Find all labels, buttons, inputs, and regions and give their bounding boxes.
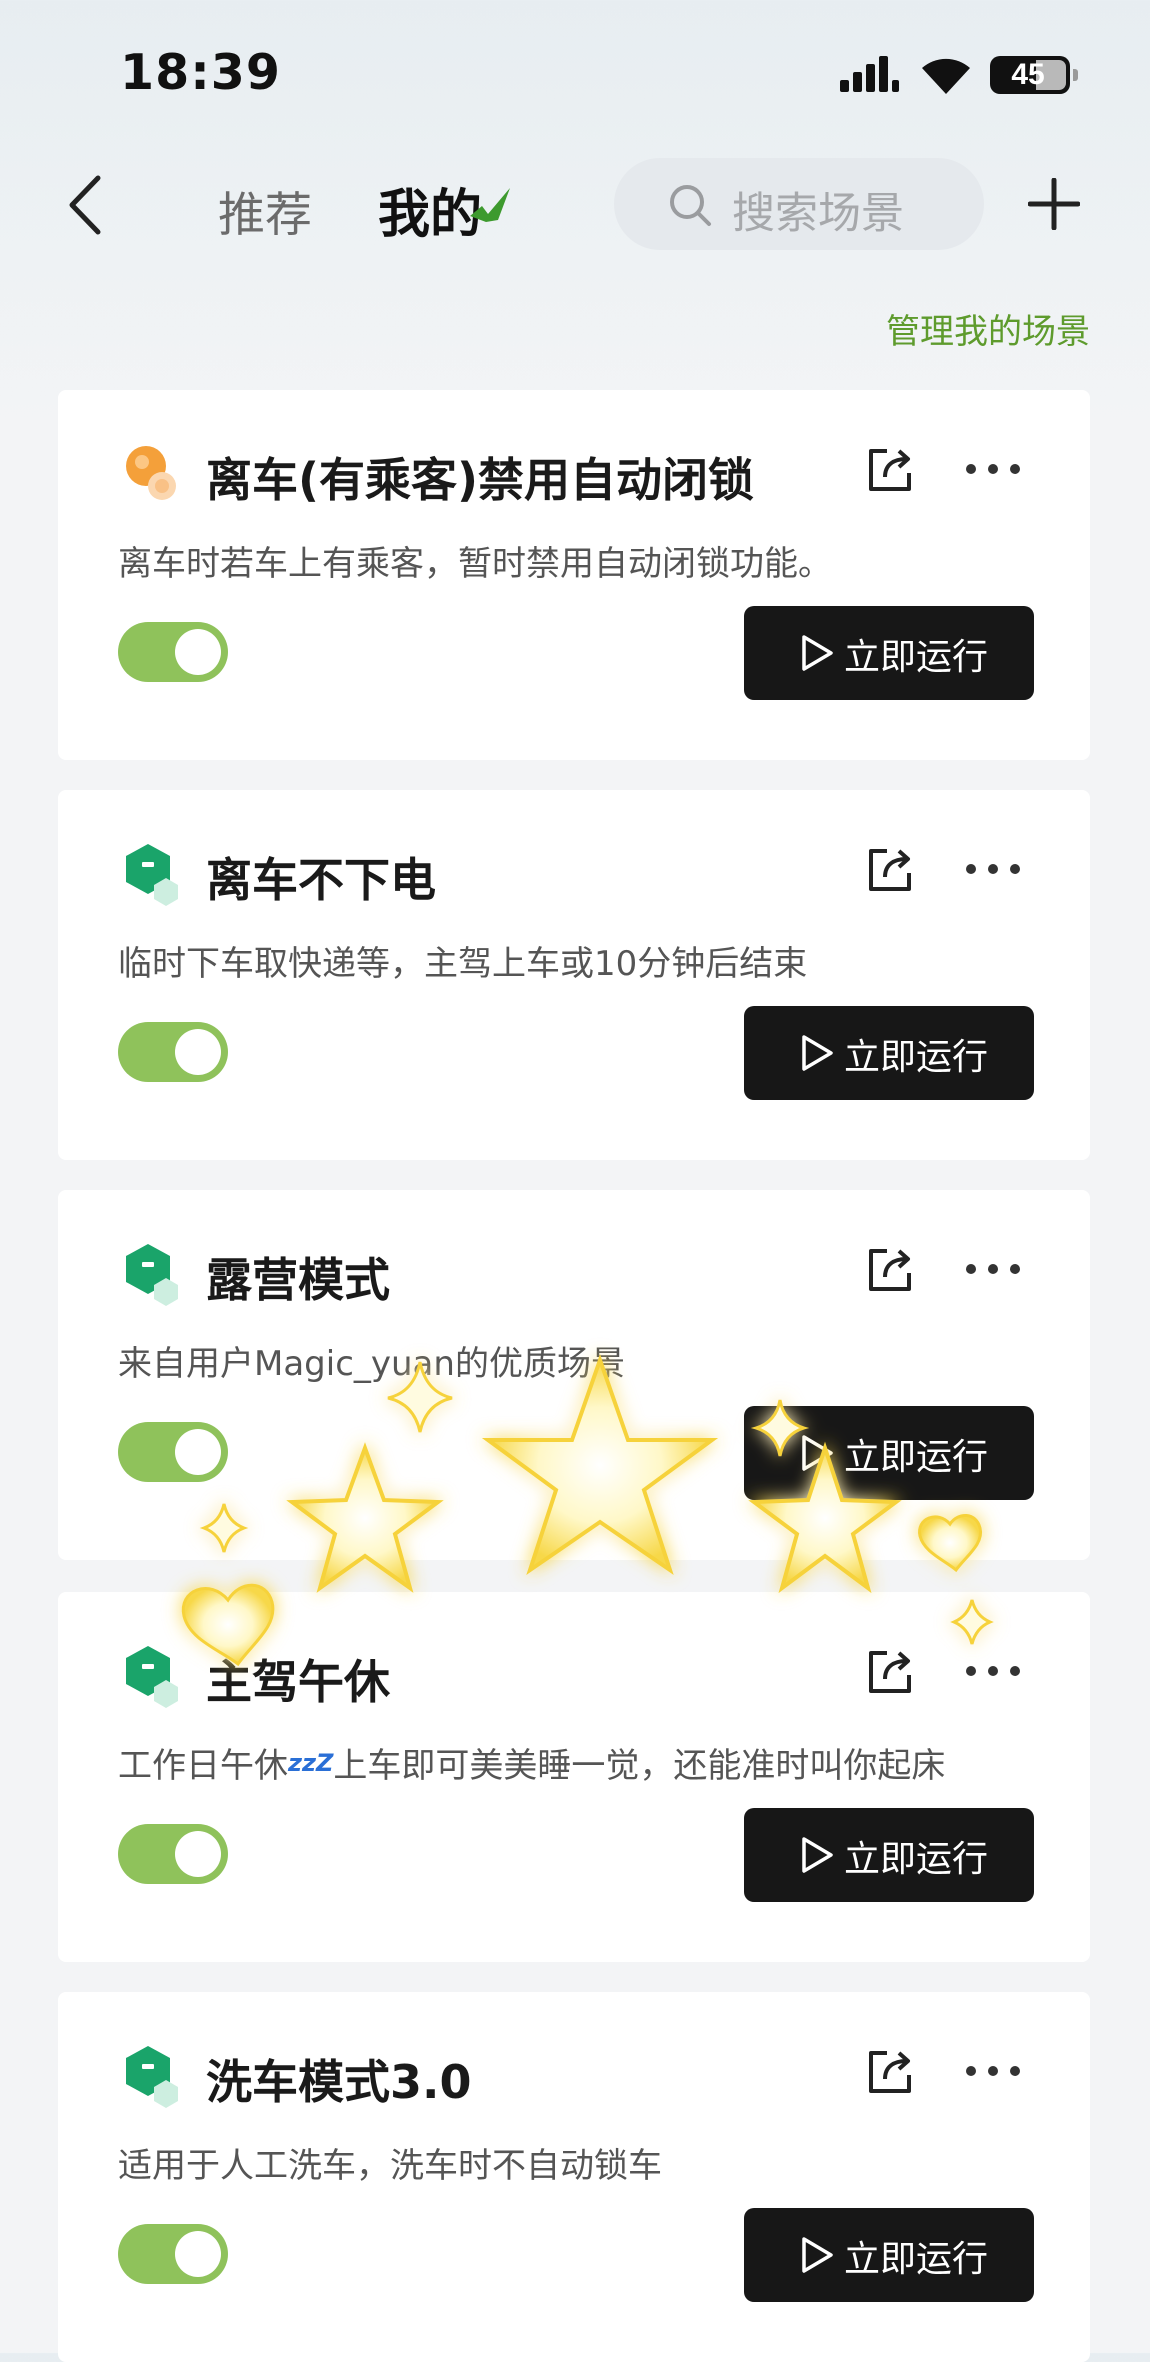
scene-card: 离车不下电 临时下车取快递等，主驾上车或10分钟后结束 立即运行 — [58, 790, 1090, 1160]
green-cube-icon — [126, 844, 178, 906]
run-now-button[interactable]: 立即运行 — [744, 1808, 1034, 1902]
run-now-button[interactable]: 立即运行 — [744, 1406, 1034, 1500]
run-now-label: 立即运行 — [844, 1839, 989, 1880]
status-time: 18:39 — [120, 44, 281, 101]
sleep-zzz-icon: zzZ — [288, 1749, 334, 1777]
add-icon[interactable] — [1028, 178, 1080, 230]
scene-description: 工作日午休zzZ上车即可美美睡一觉，还能准时叫你起床 — [118, 1738, 945, 1787]
scene-title: 主驾午休 — [206, 1655, 390, 1709]
scene-description: 来自用户Magic_yuan的优质场景 — [118, 1344, 625, 1384]
scene-title: 露营模式 — [206, 1253, 390, 1307]
cellular-signal-icon — [840, 56, 899, 92]
tab-mine[interactable]: 我的 — [378, 172, 482, 247]
scene-description-part: 上车即可美美睡一觉，还能准时叫你起床 — [333, 1746, 946, 1786]
back-arrow-icon[interactable] — [62, 172, 112, 238]
active-tab-check-icon — [470, 188, 510, 222]
scene-title: 离车(有乘客)禁用自动闭锁 — [206, 453, 755, 507]
green-cube-icon — [126, 1646, 178, 1708]
run-now-button[interactable]: 立即运行 — [744, 1006, 1034, 1100]
wifi-icon — [922, 58, 970, 94]
run-now-label: 立即运行 — [844, 1037, 989, 1078]
play-icon — [802, 1837, 833, 1873]
run-now-label: 立即运行 — [844, 637, 989, 678]
play-icon — [802, 1035, 833, 1071]
run-now-button[interactable]: 立即运行 — [744, 2208, 1034, 2302]
share-icon[interactable] — [865, 845, 915, 895]
green-cube-icon — [126, 1244, 178, 1306]
search-input[interactable]: 搜索场景 — [614, 158, 984, 250]
tab-recommend[interactable]: 推荐 — [218, 176, 312, 245]
scene-toggle[interactable] — [118, 622, 228, 682]
more-options-icon[interactable] — [964, 1664, 1022, 1678]
share-icon[interactable] — [865, 445, 915, 495]
scene-toggle[interactable] — [118, 1022, 228, 1082]
run-now-label: 立即运行 — [844, 2239, 989, 2280]
share-icon[interactable] — [865, 2047, 915, 2097]
scene-title: 离车不下电 — [206, 853, 436, 907]
play-icon — [802, 2237, 833, 2273]
more-options-icon[interactable] — [964, 1262, 1022, 1276]
search-placeholder: 搜索场景 — [732, 189, 904, 239]
search-icon — [670, 185, 711, 226]
manage-scenes-link[interactable]: 管理我的场景 — [886, 304, 1090, 353]
more-options-icon[interactable] — [964, 462, 1022, 476]
scene-card: 露营模式 来自用户Magic_yuan的优质场景 立即运行 — [58, 1190, 1090, 1560]
scene-toggle[interactable] — [118, 1824, 228, 1884]
play-icon — [802, 1435, 833, 1471]
battery-level: 45 — [1011, 58, 1045, 91]
scene-description: 离车时若车上有乘客，暂时禁用自动闭锁功能。 — [118, 544, 832, 584]
scene-toggle[interactable] — [118, 2224, 228, 2284]
scene-card: 洗车模式3.0 适用于人工洗车，洗车时不自动锁车 立即运行 — [58, 1992, 1090, 2362]
more-options-icon[interactable] — [964, 2064, 1022, 2078]
share-icon[interactable] — [865, 1245, 915, 1295]
scene-description-part: 工作日午休 — [118, 1746, 288, 1786]
play-icon — [802, 635, 833, 671]
top-navigation: 推荐 我的 搜索场景 — [0, 150, 1150, 260]
scene-toggle[interactable] — [118, 1422, 228, 1482]
status-bar: 18:39 45 — [0, 0, 1150, 150]
more-options-icon[interactable] — [964, 862, 1022, 876]
scene-description: 适用于人工洗车，洗车时不自动锁车 — [118, 2146, 662, 2186]
run-now-button[interactable]: 立即运行 — [744, 606, 1034, 700]
scene-description: 临时下车取快递等，主驾上车或10分钟后结束 — [118, 944, 808, 984]
battery-icon: 45 — [990, 56, 1078, 94]
orange-bulb-icon — [126, 446, 176, 500]
green-cube-icon — [126, 2046, 178, 2108]
scene-card: 主驾午休 工作日午休zzZ上车即可美美睡一觉，还能准时叫你起床 立即运行 — [58, 1592, 1090, 1962]
share-icon[interactable] — [865, 1647, 915, 1697]
run-now-label: 立即运行 — [844, 1437, 989, 1478]
scene-card: 离车(有乘客)禁用自动闭锁 离车时若车上有乘客，暂时禁用自动闭锁功能。 立即运行 — [58, 390, 1090, 760]
scene-title: 洗车模式3.0 — [206, 2055, 472, 2109]
